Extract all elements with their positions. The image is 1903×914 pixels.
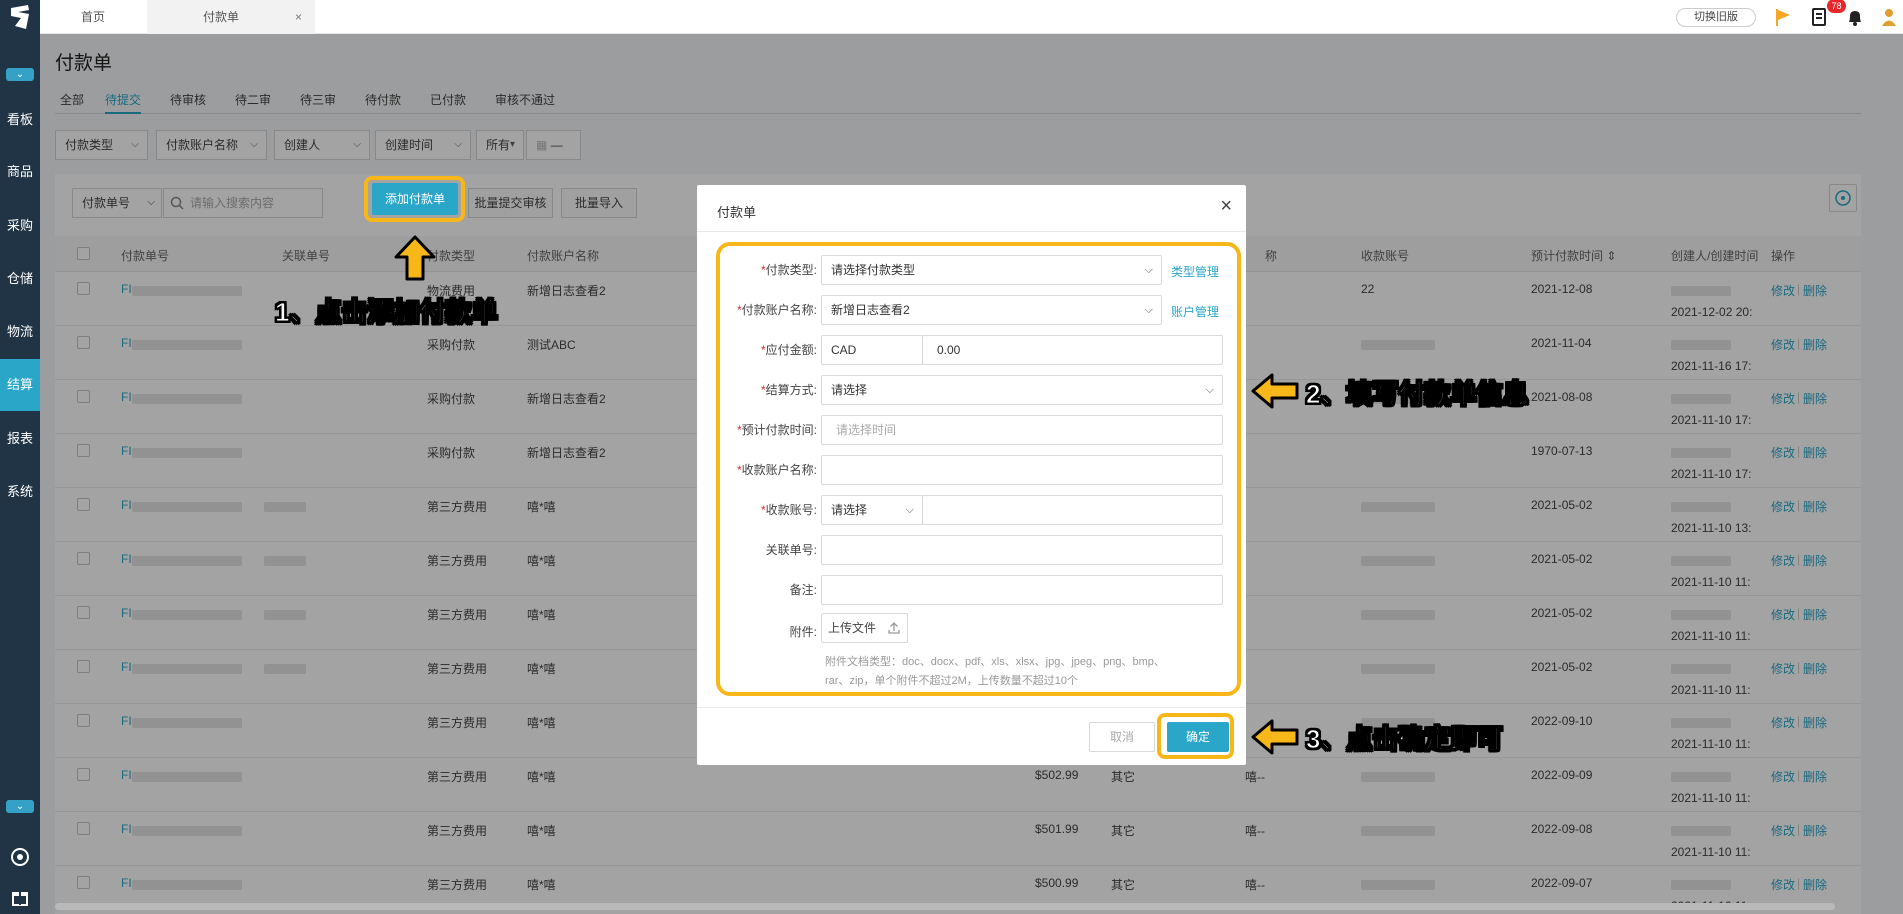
- step3-annotation: 3、点击确定即可: [1305, 724, 1503, 755]
- arrow-left-icon: [1251, 719, 1299, 755]
- switch-old-version-button[interactable]: 切换旧版: [1676, 8, 1756, 27]
- gift-icon[interactable]: [9, 886, 31, 908]
- sidebar-item-purchase[interactable]: 采购: [0, 200, 40, 252]
- sidebar-item-system[interactable]: 系统: [0, 466, 40, 518]
- sidebar: ⌄ 看板 商品 采购 仓储 物流 结算 报表 系统 ⌄: [0, 0, 40, 914]
- add-button-highlight: [364, 176, 465, 222]
- support-icon[interactable]: [9, 846, 31, 868]
- sidebar-item-reports[interactable]: 报表: [0, 413, 40, 465]
- arrow-left-icon: [1251, 373, 1299, 409]
- arrow-up-icon: [394, 235, 436, 281]
- sidebar-item-dashboard[interactable]: 看板: [0, 94, 40, 146]
- step2-annotation: 2、填写付款单信息: [1305, 379, 1529, 410]
- step1-annotation: 1、点击添加付款单: [274, 297, 498, 328]
- sidebar-expand-toggle[interactable]: ⌄: [6, 800, 34, 813]
- cancel-button[interactable]: 取消: [1089, 722, 1155, 752]
- top-bar: 首页 付款单 × 切换旧版 78: [40, 0, 1903, 34]
- form-highlight: [716, 242, 1241, 696]
- tab-payment-label: 付款单: [203, 10, 240, 24]
- user-avatar-icon[interactable]: [1878, 6, 1900, 28]
- sidebar-item-settlement[interactable]: 结算: [0, 359, 40, 411]
- flag-icon[interactable]: [1772, 6, 1794, 28]
- modal-divider: [697, 231, 1246, 232]
- sidebar-item-warehouse[interactable]: 仓储: [0, 253, 40, 305]
- task-list-icon[interactable]: [1808, 6, 1830, 28]
- modal-footer-divider: [697, 707, 1246, 708]
- tab-close-icon[interactable]: ×: [295, 0, 302, 34]
- sidebar-item-products[interactable]: 商品: [0, 146, 40, 198]
- sidebar-item-logistics[interactable]: 物流: [0, 306, 40, 358]
- close-icon[interactable]: ×: [1220, 195, 1232, 218]
- horizontal-scrollbar[interactable]: [55, 903, 1835, 910]
- modal-title: 付款单: [717, 205, 757, 220]
- tab-home[interactable]: 首页: [40, 0, 146, 34]
- confirm-highlight: [1157, 713, 1234, 759]
- sidebar-collapse-toggle[interactable]: ⌄: [6, 68, 34, 81]
- logo-icon: [11, 5, 29, 29]
- bell-icon[interactable]: [1844, 6, 1866, 28]
- tab-payment[interactable]: 付款单 ×: [147, 0, 315, 34]
